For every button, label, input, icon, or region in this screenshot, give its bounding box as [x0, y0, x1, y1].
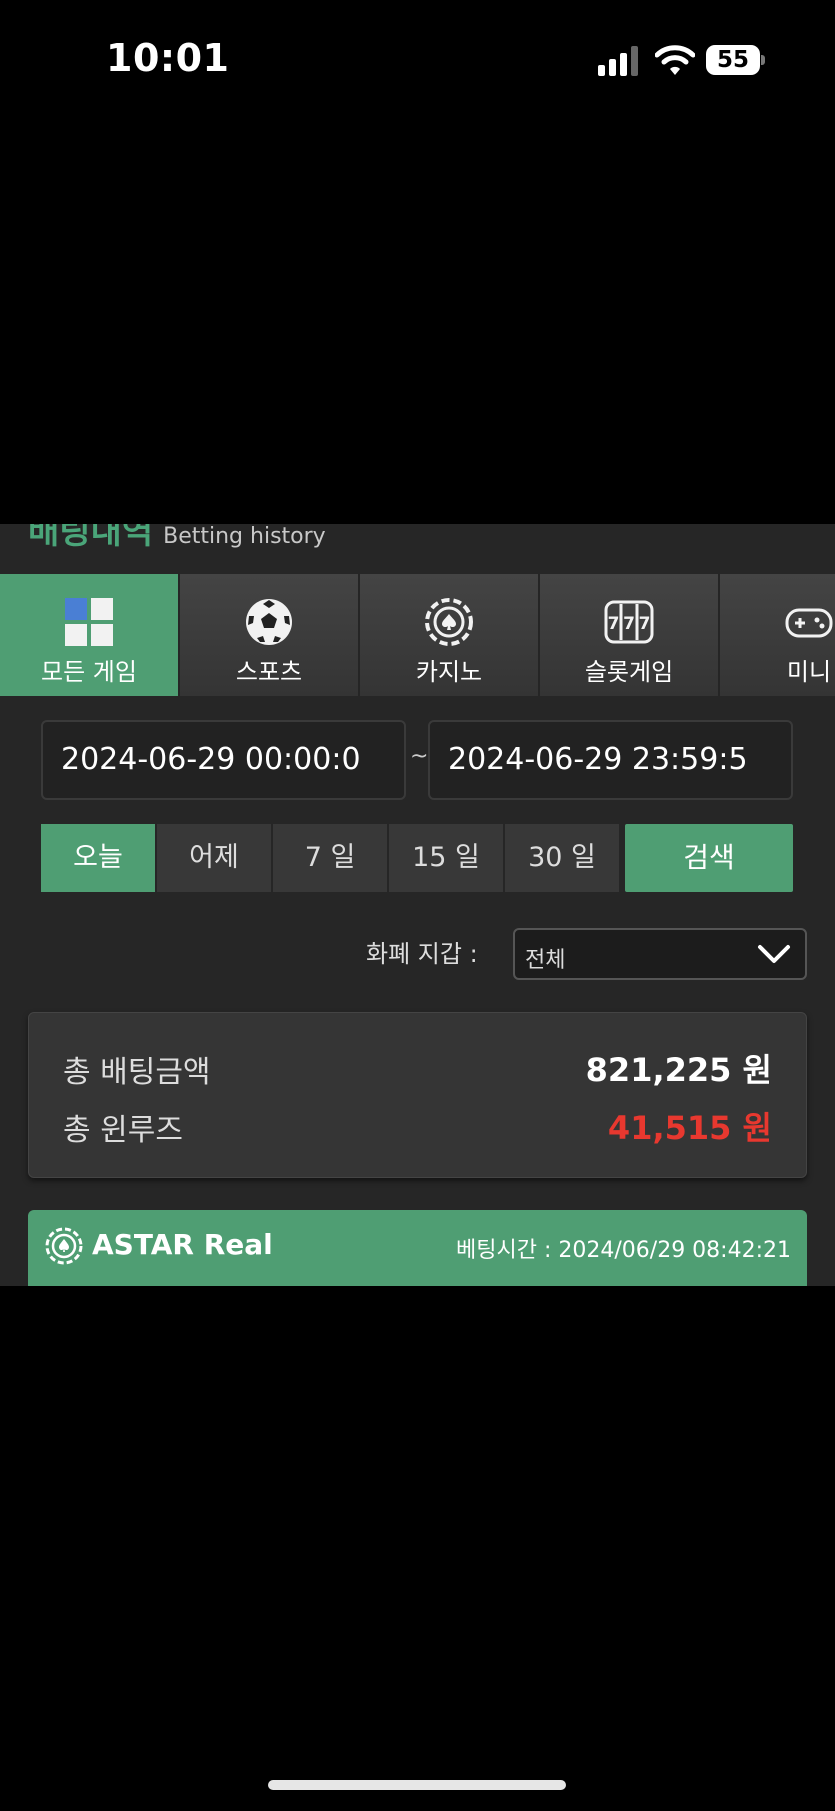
svg-text:7: 7 [639, 614, 651, 634]
tab-all-games[interactable]: 모든 게임 [0, 574, 180, 696]
range-today-button[interactable]: 오늘 [41, 824, 157, 892]
svg-text:7: 7 [623, 614, 635, 634]
tab-label: 슬롯게임 [584, 658, 674, 686]
start-date-input[interactable]: 2024-06-29 00:00:0 [41, 720, 406, 800]
casino-chip-icon [425, 598, 473, 646]
tab-casino[interactable]: 카지노 [360, 574, 540, 696]
end-date-input[interactable]: 2024-06-29 23:59:5 [428, 720, 793, 800]
casino-chip-icon [45, 1227, 83, 1265]
tab-label: 미니 [786, 658, 832, 686]
total-bet-value: 821,225 원 [585, 1051, 772, 1089]
total-winloss-value: 41,515 원 [607, 1109, 772, 1147]
total-bet-row: 총 배팅금액 821,225 원 [63, 1041, 772, 1091]
home-indicator[interactable] [268, 1780, 566, 1790]
wallet-select[interactable]: 전체 [513, 928, 807, 980]
status-time: 10:01 [106, 36, 230, 80]
tab-mini-games[interactable]: 미니 [720, 574, 835, 696]
search-button[interactable]: 검색 [625, 824, 793, 892]
range-15days-button[interactable]: 15 일 [389, 824, 505, 892]
tab-label: 스포츠 [235, 658, 303, 686]
chevron-down-icon [758, 945, 790, 963]
category-tabs: 모든 게임 스포츠 카지노 7 7 7 슬롯게임 미니 [0, 574, 835, 696]
slot-machine-icon: 7 7 7 [604, 600, 654, 644]
wallet-selected-value: 전체 [525, 948, 566, 973]
bet-record-card[interactable]: ASTAR Real 베팅시간 : 2024/06/29 08:42:21 [28, 1210, 807, 1286]
tab-label: 모든 게임 [41, 658, 137, 686]
date-range-buttons: 오늘 어제 7 일 15 일 30 일 [41, 824, 621, 892]
soccer-ball-icon [246, 599, 292, 645]
page-title: 배팅내역 Betting history [28, 524, 326, 552]
range-30days-button[interactable]: 30 일 [505, 824, 621, 892]
svg-text:7: 7 [608, 614, 620, 634]
page-title-ko: 배팅내역 [28, 524, 154, 552]
tab-sports[interactable]: 스포츠 [180, 574, 360, 696]
all-games-icon [65, 598, 113, 646]
bet-provider: ASTAR Real [92, 1228, 273, 1261]
date-separator: ~ [410, 744, 429, 769]
betting-history-panel: 배팅내역 Betting history 모든 게임 스포츠 카지노 7 7 7… [0, 524, 835, 1286]
battery-icon: 55 [706, 45, 765, 75]
total-winloss-label: 총 윈루즈 [63, 1113, 183, 1148]
total-bet-label: 총 배팅금액 [63, 1055, 211, 1090]
range-7days-button[interactable]: 7 일 [273, 824, 389, 892]
wifi-icon [655, 45, 695, 75]
range-yesterday-button[interactable]: 어제 [157, 824, 273, 892]
bet-time: 베팅시간 : 2024/06/29 08:42:21 [456, 1238, 791, 1263]
betting-summary: 총 배팅금액 821,225 원 총 윈루즈 41,515 원 [28, 1012, 807, 1178]
page-title-en: Betting history [163, 524, 326, 549]
wallet-filter-label: 화폐 지갑 : [366, 940, 478, 968]
battery-level: 55 [716, 47, 749, 73]
gamepad-icon [785, 608, 833, 638]
cellular-signal-icon [598, 46, 638, 76]
tab-slot-games[interactable]: 7 7 7 슬롯게임 [540, 574, 720, 696]
tab-label: 카지노 [415, 658, 483, 686]
status-bar: 10:01 55 [0, 0, 835, 130]
total-winloss-row: 총 윈루즈 41,515 원 [63, 1099, 772, 1149]
